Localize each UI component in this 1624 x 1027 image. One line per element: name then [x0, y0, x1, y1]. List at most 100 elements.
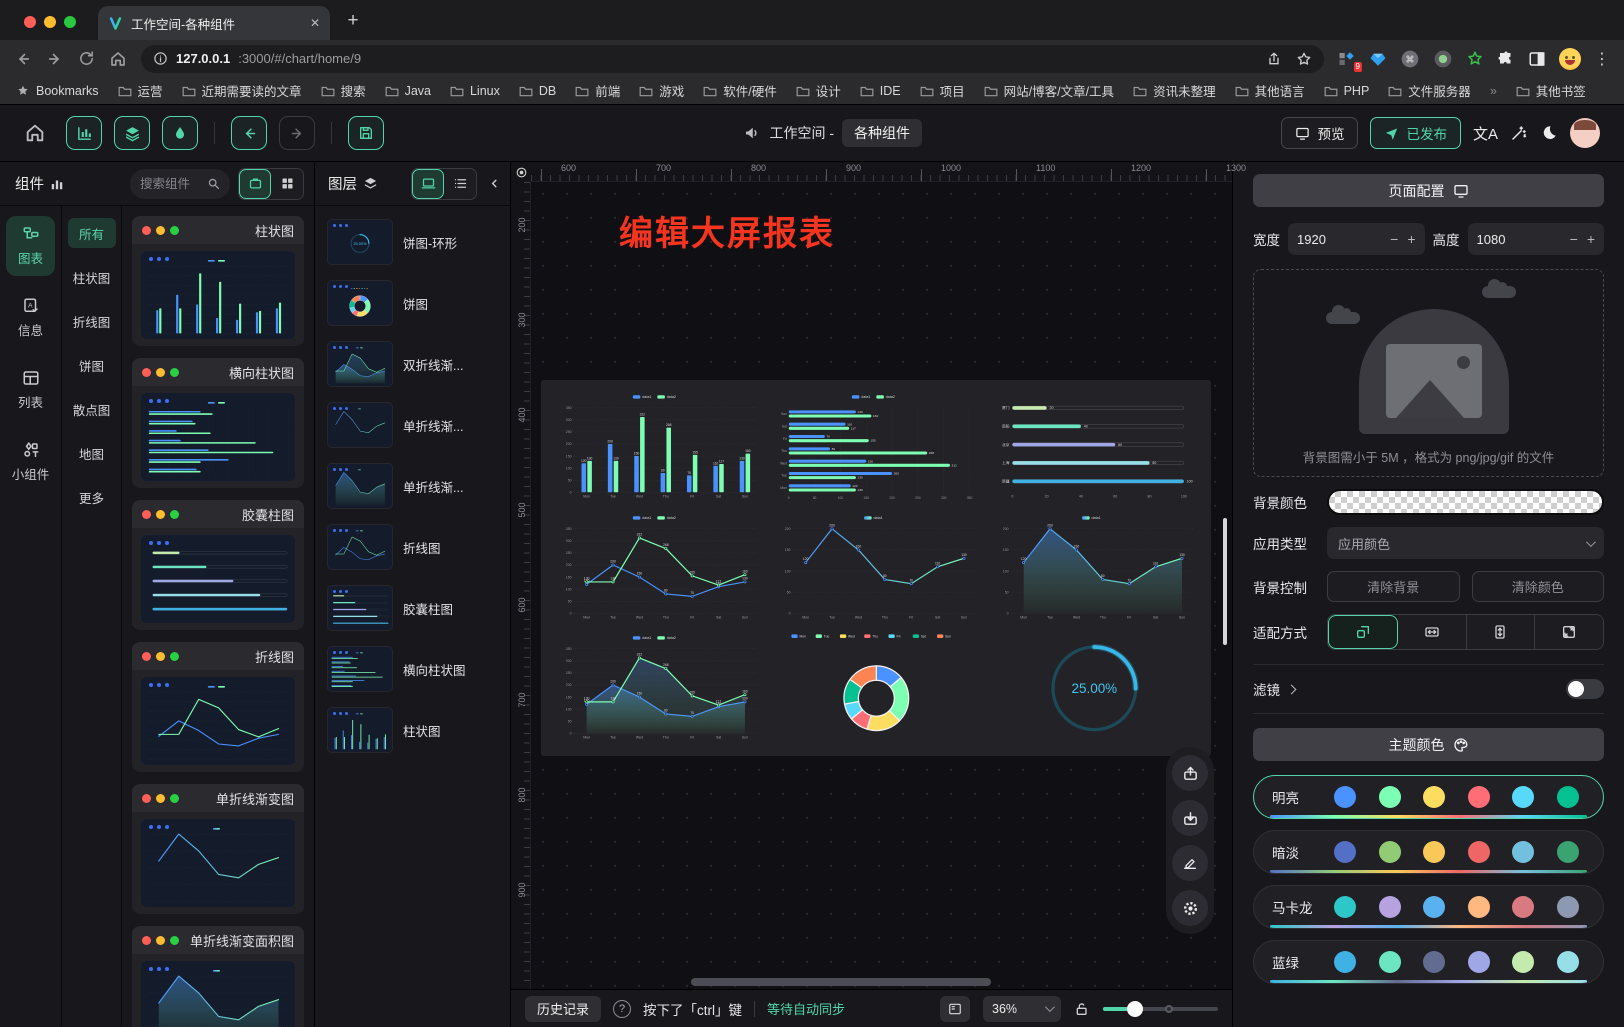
bottom-panel-toggle[interactable]: [940, 996, 970, 1022]
component-card[interactable]: 横向柱状图: [132, 358, 304, 488]
address-bar[interactable]: 127.0.0.1:3000/#/chart/home/9: [141, 45, 1324, 73]
bookmark-item[interactable]: PHP: [1324, 84, 1370, 98]
vertical-scrollbar[interactable]: [1223, 518, 1227, 645]
lock-icon[interactable]: [1074, 1001, 1090, 1017]
bookmark-item[interactable]: 搜索: [321, 81, 366, 100]
layer-item[interactable]: 单折线渐...: [323, 460, 502, 512]
theme-color-dot[interactable]: [1379, 786, 1401, 808]
theme-color-dot[interactable]: [1468, 841, 1490, 863]
extension-gem-icon[interactable]: [1369, 50, 1387, 68]
bookmark-item[interactable]: Java: [385, 84, 431, 98]
bookmark-item[interactable]: DB: [519, 84, 556, 98]
canvas-chart-line[interactable]: 050100150200250300350MonTueWedThuFriSatS…: [549, 509, 766, 628]
theme-row-暗淡[interactable]: 暗淡: [1253, 830, 1604, 874]
theme-row-明亮[interactable]: 明亮: [1253, 775, 1604, 819]
theme-color-dot[interactable]: [1512, 951, 1534, 973]
other-bookmarks[interactable]: 其他书签: [1516, 81, 1586, 100]
canvas-chart-pie[interactable]: MonTueWedThuFriSatSun: [768, 629, 985, 748]
undo-button[interactable]: [231, 116, 267, 150]
width-increase-button[interactable]: +: [1407, 231, 1415, 247]
bookmark-item[interactable]: 网站/博客/文章/工具: [984, 81, 1114, 100]
new-tab-button[interactable]: +: [338, 6, 368, 36]
theme-color-dot[interactable]: [1334, 786, 1356, 808]
share-icon[interactable]: [1266, 51, 1282, 67]
browser-tab[interactable]: 工作空间-各种组件 ✕: [98, 6, 330, 40]
tab-close-icon[interactable]: ✕: [310, 16, 320, 30]
height-input[interactable]: [1477, 232, 1523, 247]
list-view-toggle[interactable]: [444, 169, 476, 199]
theme-color-dot[interactable]: [1512, 896, 1534, 918]
theme-color-dot[interactable]: [1468, 786, 1490, 808]
component-card[interactable]: 折线图: [132, 642, 304, 772]
layer-item[interactable]: 折线图: [323, 521, 502, 573]
app-home-icon[interactable]: [24, 122, 46, 144]
theme-color-dot[interactable]: [1334, 841, 1356, 863]
fit-scale-option[interactable]: [1328, 615, 1398, 649]
category-item[interactable]: 地图: [68, 438, 116, 468]
apply-type-select[interactable]: 应用颜色: [1327, 527, 1604, 559]
thumbnail-view-toggle[interactable]: [412, 169, 444, 199]
extension-blocks-icon[interactable]: 9: [1338, 50, 1356, 68]
browser-profile-avatar[interactable]: [1559, 48, 1581, 70]
extensions-puzzle-icon[interactable]: [1497, 50, 1515, 68]
bookmark-item[interactable]: 资讯未整理: [1133, 81, 1216, 100]
theme-color-dot[interactable]: [1423, 841, 1445, 863]
bookmark-item[interactable]: Linux: [450, 84, 500, 98]
bookmark-item[interactable]: 软件/硬件: [703, 81, 776, 100]
component-card[interactable]: 单折线渐变面积图: [132, 926, 304, 1027]
ruler-corner[interactable]: [511, 162, 531, 182]
canvas-chart-gradient-line[interactable]: 050100150200MonTueWedThuFriSatSundata112…: [768, 509, 985, 628]
theme-color-dot[interactable]: [1468, 951, 1490, 973]
background-upload-dropzone[interactable]: 背景图需小于 5M ，格式为 png/jpg/gif 的文件: [1253, 269, 1604, 477]
grid-view-toggle[interactable]: [271, 169, 303, 199]
sidebar-item-charts[interactable]: 图表: [6, 216, 55, 276]
forward-icon[interactable]: [46, 50, 64, 68]
back-icon[interactable]: [14, 50, 32, 68]
theme-color-dot[interactable]: [1334, 896, 1356, 918]
extension-command-icon[interactable]: ⌘: [1400, 49, 1420, 69]
settings-gear-icon[interactable]: [1172, 890, 1208, 926]
component-card[interactable]: 胶囊柱图: [132, 500, 304, 630]
canvas-chart-capsule[interactable]: 厦门20南阳40北京60上海80新疆100020406080100: [986, 388, 1203, 507]
category-item[interactable]: 柱状图: [68, 262, 116, 292]
home-icon[interactable]: [109, 50, 127, 68]
browser-menu-icon[interactable]: ⋮: [1594, 49, 1610, 69]
close-window-button[interactable]: [24, 16, 36, 28]
category-item[interactable]: 饼图: [68, 350, 116, 380]
side-panel-icon[interactable]: [1528, 50, 1546, 68]
zoom-slider[interactable]: [1103, 1007, 1218, 1011]
theme-color-dot[interactable]: [1423, 951, 1445, 973]
width-input[interactable]: [1297, 232, 1343, 247]
extension-star-icon[interactable]: [1466, 50, 1484, 68]
canvas-chart-ring[interactable]: 25.00%: [986, 629, 1203, 748]
chart-board[interactable]: 050100150200250300350MonTueWedThuFriSatS…: [541, 380, 1211, 756]
fit-stretch-option[interactable]: [1535, 615, 1603, 649]
redo-button[interactable]: [279, 116, 315, 150]
bookmark-item[interactable]: 游戏: [639, 81, 684, 100]
canvas-chart-double-gradient[interactable]: 050100150200250300350MonTueWedThuFriSatS…: [549, 629, 766, 748]
chevron-right-icon[interactable]: [1287, 684, 1297, 694]
layer-item[interactable]: 胶囊柱图: [323, 582, 502, 634]
sidebar-item-list[interactable]: 列表: [6, 360, 55, 420]
theme-color-dot[interactable]: [1379, 951, 1401, 973]
help-icon[interactable]: ?: [613, 1000, 631, 1018]
layer-item[interactable]: 柱状图: [323, 704, 502, 756]
magic-wand-icon[interactable]: [1510, 124, 1528, 142]
canvas[interactable]: 编辑大屏报表 050100150200250300350MonTueWedThu…: [531, 182, 1232, 989]
theme-color-dot[interactable]: [1334, 951, 1356, 973]
publish-button[interactable]: 已发布: [1370, 117, 1461, 149]
height-increase-button[interactable]: +: [1587, 231, 1595, 247]
category-item[interactable]: 所有: [68, 218, 116, 248]
bookmark-item[interactable]: 前端: [575, 81, 620, 100]
bookmarks-root[interactable]: Bookmarks: [16, 84, 99, 98]
bookmark-item[interactable]: 其他语言: [1235, 81, 1305, 100]
fit-height-option[interactable]: [1467, 615, 1536, 649]
bookmark-item[interactable]: IDE: [860, 84, 901, 98]
bookmark-item[interactable]: 设计: [796, 81, 841, 100]
canvas-chart-hbar[interactable]: 050100150200250300350SunSatFriThuWedTueM…: [768, 388, 985, 507]
category-item[interactable]: 更多: [68, 482, 116, 512]
component-card[interactable]: 单折线渐变图: [132, 784, 304, 914]
theme-color-header[interactable]: 主题颜色: [1253, 728, 1604, 761]
zoom-select[interactable]: 36%: [983, 996, 1061, 1022]
clear-color-button[interactable]: 清除颜色: [1472, 571, 1605, 602]
